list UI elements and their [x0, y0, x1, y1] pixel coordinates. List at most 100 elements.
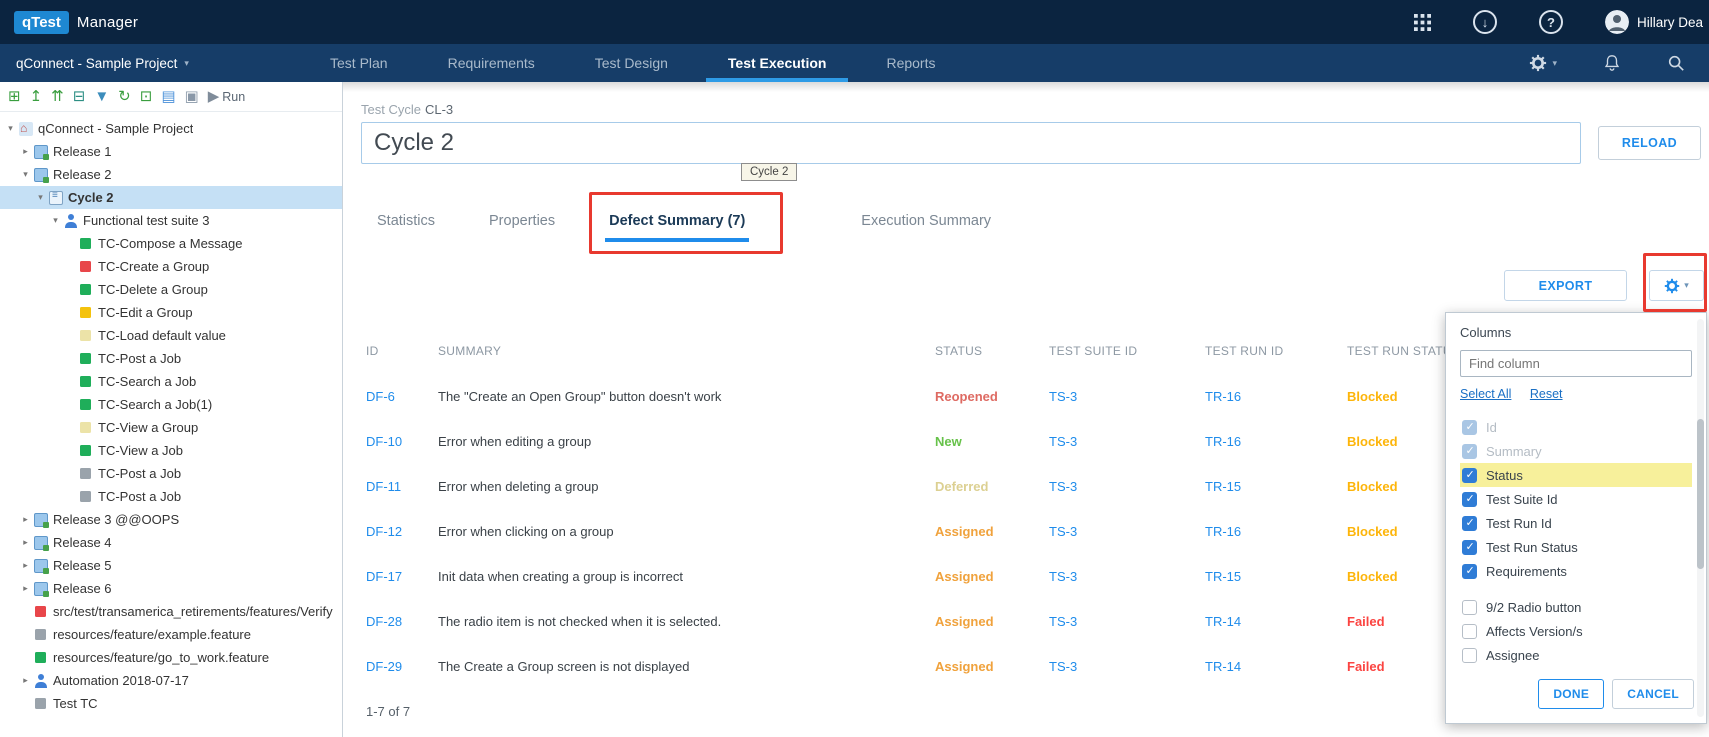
- column-option[interactable]: Requirements: [1460, 559, 1692, 583]
- test-run-id-link[interactable]: TR-14: [1205, 644, 1241, 689]
- reset-link[interactable]: Reset: [1530, 387, 1563, 401]
- tree-item[interactable]: TC-Search a Job: [0, 370, 342, 393]
- tree-item[interactable]: TC-Load default value: [0, 324, 342, 347]
- expander-icon[interactable]: ▾: [4, 123, 17, 134]
- expander-icon[interactable]: ▸: [19, 146, 32, 157]
- scrollbar-thumb[interactable]: [1697, 419, 1704, 569]
- column-header[interactable]: STATUS: [935, 344, 982, 358]
- nav-tab-reports[interactable]: Reports: [856, 44, 965, 82]
- checkbox[interactable]: [1462, 492, 1477, 507]
- column-option[interactable]: Affects Version/s: [1460, 619, 1692, 643]
- column-option[interactable]: Assignee: [1460, 643, 1692, 667]
- add-test-cycle-icon[interactable]: ⊞: [8, 89, 21, 104]
- tree-item[interactable]: ▸ Release 5: [0, 554, 342, 577]
- test-run-id-link[interactable]: TR-16: [1205, 509, 1241, 554]
- move-up-icon[interactable]: ⇈: [51, 89, 64, 104]
- column-option[interactable]: Status: [1460, 463, 1692, 487]
- help-icon[interactable]: ?: [1539, 10, 1563, 34]
- checkbox[interactable]: [1462, 420, 1477, 435]
- export-icon[interactable]: ⊡: [140, 89, 153, 104]
- test-suite-id-link[interactable]: TS-3: [1049, 509, 1077, 554]
- nav-tab-test-plan[interactable]: Test Plan: [300, 44, 418, 82]
- done-button[interactable]: DONE: [1538, 679, 1604, 709]
- cancel-button[interactable]: CANCEL: [1612, 679, 1694, 709]
- filter-icon[interactable]: ▼: [94, 89, 109, 104]
- nav-tab-test-execution[interactable]: Test Execution: [698, 44, 857, 82]
- tree-item[interactable]: Test TC: [0, 692, 342, 715]
- tree-item[interactable]: ▾ Functional test suite 3: [0, 209, 342, 232]
- tree-item[interactable]: ▸ Release 4: [0, 531, 342, 554]
- tab-execution-summary[interactable]: Execution Summary: [857, 213, 995, 242]
- run-button[interactable]: ▶ Run: [208, 89, 245, 104]
- column-option[interactable]: Test Run Id: [1460, 511, 1692, 535]
- reload-button[interactable]: RELOAD: [1598, 126, 1701, 160]
- column-header[interactable]: ID: [366, 344, 379, 358]
- test-suite-id-link[interactable]: TS-3: [1049, 419, 1077, 464]
- tree-item[interactable]: TC-Compose a Message: [0, 232, 342, 255]
- session-recorder-icon[interactable]: ▣: [185, 89, 199, 104]
- column-option[interactable]: 9/2 Radio button: [1460, 595, 1692, 619]
- defect-id-link[interactable]: DF-11: [366, 464, 401, 509]
- tree-item[interactable]: ▸ Release 6: [0, 577, 342, 600]
- column-option[interactable]: Summary: [1460, 439, 1692, 463]
- tab-statistics[interactable]: Statistics: [373, 213, 439, 242]
- checkbox[interactable]: [1462, 516, 1477, 531]
- test-suite-id-link[interactable]: TS-3: [1049, 644, 1077, 689]
- test-suite-id-link[interactable]: TS-3: [1049, 464, 1077, 509]
- tree-item[interactable]: TC-Post a Job: [0, 485, 342, 508]
- select-all-link[interactable]: Select All: [1460, 387, 1511, 401]
- checkbox[interactable]: [1462, 468, 1477, 483]
- tree-item[interactable]: TC-Create a Group: [0, 255, 342, 278]
- refresh-icon[interactable]: ↻: [118, 89, 131, 104]
- notifications-bell-icon[interactable]: [1603, 54, 1621, 72]
- tree-item[interactable]: ▸ Automation 2018-07-17: [0, 669, 342, 692]
- tree-item[interactable]: resources/feature/example.feature: [0, 623, 342, 646]
- expand-tree-icon[interactable]: ⊟: [73, 89, 86, 104]
- test-run-id-link[interactable]: TR-15: [1205, 554, 1241, 599]
- column-header[interactable]: TEST SUITE ID: [1049, 344, 1137, 358]
- cycle-title-input[interactable]: [361, 122, 1581, 164]
- expander-icon[interactable]: ▸: [19, 583, 32, 594]
- defect-id-link[interactable]: DF-28: [366, 599, 402, 644]
- checkbox[interactable]: [1462, 444, 1477, 459]
- export-button[interactable]: EXPORT: [1504, 270, 1627, 301]
- test-run-id-link[interactable]: TR-16: [1205, 374, 1241, 419]
- tree-item[interactable]: ▸ Release 3 @@OOPS: [0, 508, 342, 531]
- tree-item[interactable]: TC-View a Group: [0, 416, 342, 439]
- tree-item[interactable]: ▸ Release 1: [0, 140, 342, 163]
- defect-id-link[interactable]: DF-29: [366, 644, 402, 689]
- project-selector[interactable]: qConnect - Sample Project ▾: [0, 44, 300, 82]
- user-menu[interactable]: Hillary Dea: [1605, 10, 1703, 34]
- expander-icon[interactable]: ▸: [19, 537, 32, 548]
- tab-defect-summary-7-[interactable]: Defect Summary (7): [605, 213, 749, 242]
- defect-id-link[interactable]: DF-17: [366, 554, 402, 599]
- search-icon[interactable]: [1667, 54, 1685, 72]
- test-run-id-link[interactable]: TR-15: [1205, 464, 1241, 509]
- find-column-input[interactable]: [1460, 350, 1692, 377]
- download-icon[interactable]: ↓: [1473, 10, 1497, 34]
- checkbox[interactable]: [1462, 564, 1477, 579]
- tree-item[interactable]: TC-Delete a Group: [0, 278, 342, 301]
- test-suite-id-link[interactable]: TS-3: [1049, 599, 1077, 644]
- tree-item[interactable]: TC-Post a Job: [0, 347, 342, 370]
- tree-item[interactable]: ▾ Cycle 2: [0, 186, 342, 209]
- column-option[interactable]: Test Suite Id: [1460, 487, 1692, 511]
- nav-tab-requirements[interactable]: Requirements: [418, 44, 565, 82]
- expander-icon[interactable]: ▸: [19, 514, 32, 525]
- expander-icon[interactable]: ▾: [34, 192, 47, 203]
- nav-tab-test-design[interactable]: Test Design: [565, 44, 698, 82]
- column-option[interactable]: Test Run Status: [1460, 535, 1692, 559]
- column-header[interactable]: TEST RUN STATUS: [1347, 344, 1460, 358]
- tree-item[interactable]: src/test/transamerica_retirements/featur…: [0, 600, 342, 623]
- defect-id-link[interactable]: DF-6: [366, 374, 395, 419]
- defect-id-link[interactable]: DF-12: [366, 509, 402, 554]
- tree-item[interactable]: TC-View a Job: [0, 439, 342, 462]
- tab-properties[interactable]: Properties: [485, 213, 559, 242]
- report-icon[interactable]: ▤: [161, 89, 175, 104]
- tree-item[interactable]: ▾ Release 2: [0, 163, 342, 186]
- apps-grid-icon[interactable]: [1414, 14, 1431, 31]
- test-suite-id-link[interactable]: TS-3: [1049, 374, 1077, 419]
- defect-id-link[interactable]: DF-10: [366, 419, 402, 464]
- columns-gear-button[interactable]: ▾: [1649, 270, 1704, 301]
- column-header[interactable]: TEST RUN ID: [1205, 344, 1283, 358]
